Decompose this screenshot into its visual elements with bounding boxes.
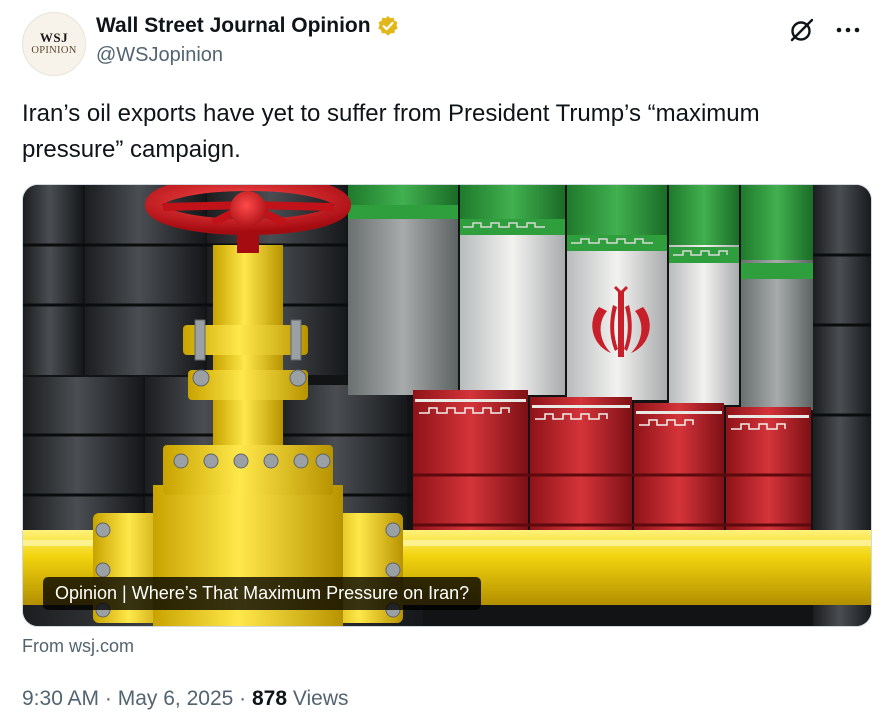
meta-separator: ·: [99, 687, 118, 710]
avatar-wordmark-bottom: OPINION: [31, 45, 77, 56]
tweet-text: Iran’s oil exports have yet to suffer fr…: [22, 100, 760, 163]
card-source-link[interactable]: From wsj.com: [22, 636, 134, 657]
grok-icon[interactable]: [788, 16, 816, 44]
tweet-time[interactable]: 9:30 AM: [22, 687, 99, 710]
avatar[interactable]: WSJ OPINION: [22, 12, 86, 76]
tweet-meta: 9:30 AM · May 6, 2025 · 878 Views: [22, 687, 349, 711]
tweet-date[interactable]: May 6, 2025: [118, 687, 234, 710]
top-actions: [788, 16, 862, 44]
more-options-icon[interactable]: [834, 16, 862, 44]
author-block: Wall Street Journal Opinion @WSJopinion: [96, 14, 399, 67]
display-name-row[interactable]: Wall Street Journal Opinion: [96, 14, 399, 38]
card-caption: Opinion | Where’s That Maximum Pressure …: [43, 577, 482, 610]
oil-barrels-image: [23, 185, 871, 626]
tweet-header: WSJ OPINION Wall Street Journal Opinion …: [22, 10, 862, 76]
verified-badge-icon: [377, 15, 399, 37]
views-count: 878: [251, 687, 288, 710]
display-name[interactable]: Wall Street Journal Opinion: [96, 14, 371, 38]
avatar-wordmark-top: WSJ: [39, 30, 69, 45]
views-label: Views: [287, 687, 349, 710]
link-card[interactable]: Opinion | Where’s That Maximum Pressure …: [22, 184, 872, 627]
handle[interactable]: @WSJopinion: [96, 44, 399, 67]
meta-separator: ·: [233, 687, 252, 710]
